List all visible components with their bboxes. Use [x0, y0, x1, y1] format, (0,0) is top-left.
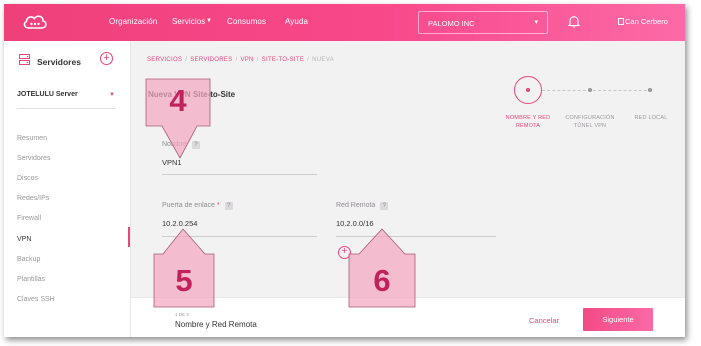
annotation-number-4: 4: [169, 83, 187, 118]
sidebar-title: Servidores: [37, 57, 81, 67]
bell-icon[interactable]: [568, 15, 580, 28]
nav-consumos[interactable]: Consumos: [227, 17, 266, 26]
sidebar-item-vpn[interactable]: VPN: [17, 236, 31, 243]
step-dot-1: [526, 88, 530, 92]
breadcrumb-nueva: NUEVA: [312, 57, 334, 63]
step-dot-2: [588, 88, 592, 92]
annotation-number-6: 6: [373, 263, 391, 298]
app-window: Organización Servicios ▼ Consumos Ayuda …: [4, 4, 685, 337]
remote-network-field[interactable]: 10.2.0.0/16: [336, 219, 374, 228]
step-label-2: CONFIGURACIÓN TÚNEL VPN: [565, 115, 615, 129]
chevron-down-icon[interactable]: ▼: [109, 92, 115, 98]
sidebar-item-discos[interactable]: Discos: [17, 175, 38, 182]
next-button[interactable]: Siguiente: [583, 308, 653, 331]
breadcrumb: SERVICIOS / SERVIDORES / VPN / SITE-TO-SITE / NU…: [147, 57, 334, 63]
server-icon: [19, 54, 30, 65]
nav-organizacion[interactable]: Organización: [109, 17, 157, 26]
nav-ayuda[interactable]: Ayuda: [285, 17, 308, 26]
nav-servicios[interactable]: Servicios: [172, 17, 205, 26]
annotation-arrow-4: 4: [144, 78, 214, 160]
sidebar-item-servidores[interactable]: Servidores: [17, 155, 50, 162]
stepper-line: [542, 90, 652, 91]
sidebar-item-claves-ssh[interactable]: Claves SSH: [17, 296, 55, 303]
annotation-arrow-6: 6: [348, 228, 416, 308]
divider: [17, 108, 116, 109]
breadcrumb-site-to-site[interactable]: SITE-TO-SITE: [262, 57, 305, 63]
step-name: Nombre y Red Remota: [175, 320, 257, 329]
user-name: Can Cerbero: [625, 17, 668, 26]
user-avatar[interactable]: Can Cerbero: [618, 17, 668, 26]
broken-image-icon: [618, 18, 624, 25]
annotation-arrow-5: 5: [153, 228, 215, 308]
step-counter: 1 DE 3: [175, 312, 189, 317]
cloud-logo-icon[interactable]: [22, 13, 48, 31]
chevron-down-icon: ▾: [534, 19, 538, 26]
add-server-button[interactable]: +: [100, 52, 113, 65]
gateway-field[interactable]: 10.2.0.254: [162, 219, 197, 228]
step-dot-3: [648, 88, 652, 92]
sidebar: Servidores + JOTELULU Server ▼ Resumen S…: [4, 41, 131, 337]
sidebar-item-firewall[interactable]: Firewall: [17, 215, 41, 222]
sidebar-item-backup[interactable]: Backup: [17, 256, 40, 263]
name-field-underline: [162, 174, 317, 175]
server-selector[interactable]: JOTELULU Server: [17, 91, 116, 98]
breadcrumb-vpn[interactable]: VPN: [240, 57, 253, 63]
active-indicator: [128, 227, 130, 247]
top-bar: Organización Servicios ▼ Consumos Ayuda …: [4, 4, 685, 41]
chevron-down-icon[interactable]: ▼: [206, 18, 212, 24]
help-icon[interactable]: ?: [380, 202, 389, 210]
gateway-label: Puerta de enlace *?: [162, 202, 233, 210]
company-selector[interactable]: PALOMO INC ▾: [418, 11, 548, 34]
cancel-button[interactable]: Cancelar: [529, 316, 559, 325]
step-label-3: RED LOCAL: [634, 115, 668, 121]
company-name: PALOMO INC: [428, 19, 475, 28]
sidebar-item-resumen[interactable]: Resumen: [17, 135, 47, 142]
sidebar-item-plantillas[interactable]: Plantillas: [17, 276, 45, 283]
annotation-number-5: 5: [175, 263, 193, 298]
breadcrumb-servicios[interactable]: SERVICIOS: [147, 57, 182, 63]
breadcrumb-servidores[interactable]: SERVIDORES: [190, 57, 232, 63]
help-icon[interactable]: ?: [224, 202, 233, 210]
step-label-1: NOMBRE Y RED REMOTA: [505, 115, 551, 129]
sidebar-item-redes-ips[interactable]: Redes/IPs: [17, 195, 49, 202]
remote-network-label: Red Remota?: [336, 202, 389, 210]
